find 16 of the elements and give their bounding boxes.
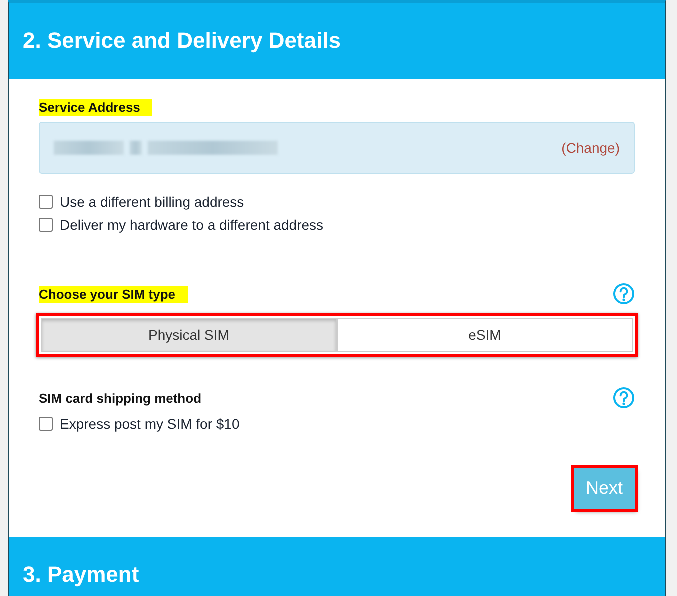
sim-type-option[interactable]: Physical SIM xyxy=(41,318,337,352)
checkbox[interactable] xyxy=(39,218,53,232)
section-title: 2. Service and Delivery Details xyxy=(23,28,341,54)
checkbox-label: Express post my SIM for $10 xyxy=(60,416,240,432)
checkbox[interactable] xyxy=(39,417,53,431)
checkbox[interactable] xyxy=(39,195,53,209)
field-label: SIM card shipping method xyxy=(39,390,202,406)
checkbox-label: Deliver my hardware to a different address xyxy=(60,217,324,233)
help-icon[interactable] xyxy=(613,283,635,305)
change-link[interactable]: (Change) xyxy=(562,140,620,156)
checkbox-label: Use a different billing address xyxy=(60,194,244,210)
sim-type-option[interactable]: eSIM xyxy=(337,318,633,352)
field-label: Service Address xyxy=(39,99,152,116)
field-label: Choose your SIM type xyxy=(39,286,188,302)
section-title: 3. Payment xyxy=(23,562,140,588)
help-icon[interactable] xyxy=(613,387,635,409)
